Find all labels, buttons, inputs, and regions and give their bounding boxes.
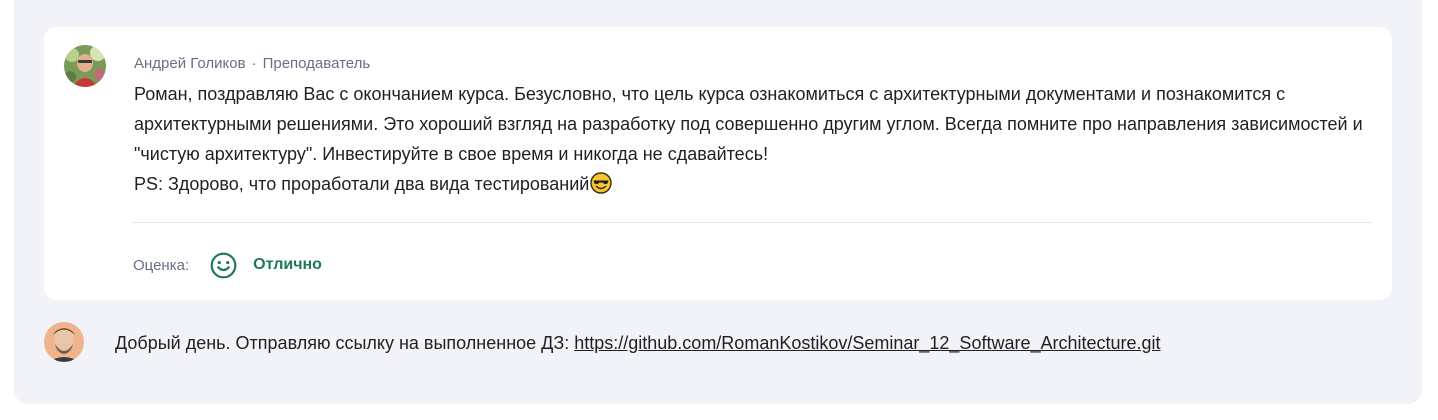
- review-text: Роман, поздравляю Вас с окончанием курса…: [134, 79, 1374, 199]
- grade-row: Оценка: Отлично: [133, 251, 322, 279]
- review-author-line: Андрей Голиков · Преподаватель: [134, 55, 370, 72]
- grade-label: Оценка:: [133, 256, 190, 274]
- reviewer-avatar[interactable]: [64, 45, 106, 87]
- grade-value: Отлично: [253, 256, 322, 273]
- reviewer-avatar-image: [64, 45, 106, 87]
- author-role: Преподаватель: [262, 55, 371, 72]
- author-name[interactable]: Андрей Голиков: [134, 55, 246, 72]
- student-avatar-image: [44, 322, 84, 362]
- author-separator: ·: [251, 55, 257, 72]
- student-message-text: Добрый день. Отправляю ссылку на выполне…: [115, 333, 575, 353]
- student-avatar[interactable]: [44, 322, 84, 362]
- review-card: Андрей Голиков · Преподаватель Роман, позд…: [44, 27, 1392, 300]
- smiling-face-with-sunglasses-icon: [590, 172, 613, 194]
- review-ps-text: PS: Здорово, что проработали два вида те…: [134, 174, 590, 194]
- conversation-panel: Андрей Голиков · Преподаватель Роман, позд…: [14, 0, 1422, 404]
- review-divider: [132, 222, 1372, 223]
- review-ps-line: PS: Здорово, что проработали два вида те…: [134, 169, 1374, 199]
- student-message: Добрый день. Отправляю ссылку на выполне…: [115, 331, 1161, 355]
- review-paragraph: Роман, поздравляю Вас с окончанием курса…: [134, 84, 1363, 164]
- homework-link[interactable]: https://github.com/RomanKostikov/Seminar…: [574, 333, 1160, 353]
- smile-icon: [210, 252, 237, 278]
